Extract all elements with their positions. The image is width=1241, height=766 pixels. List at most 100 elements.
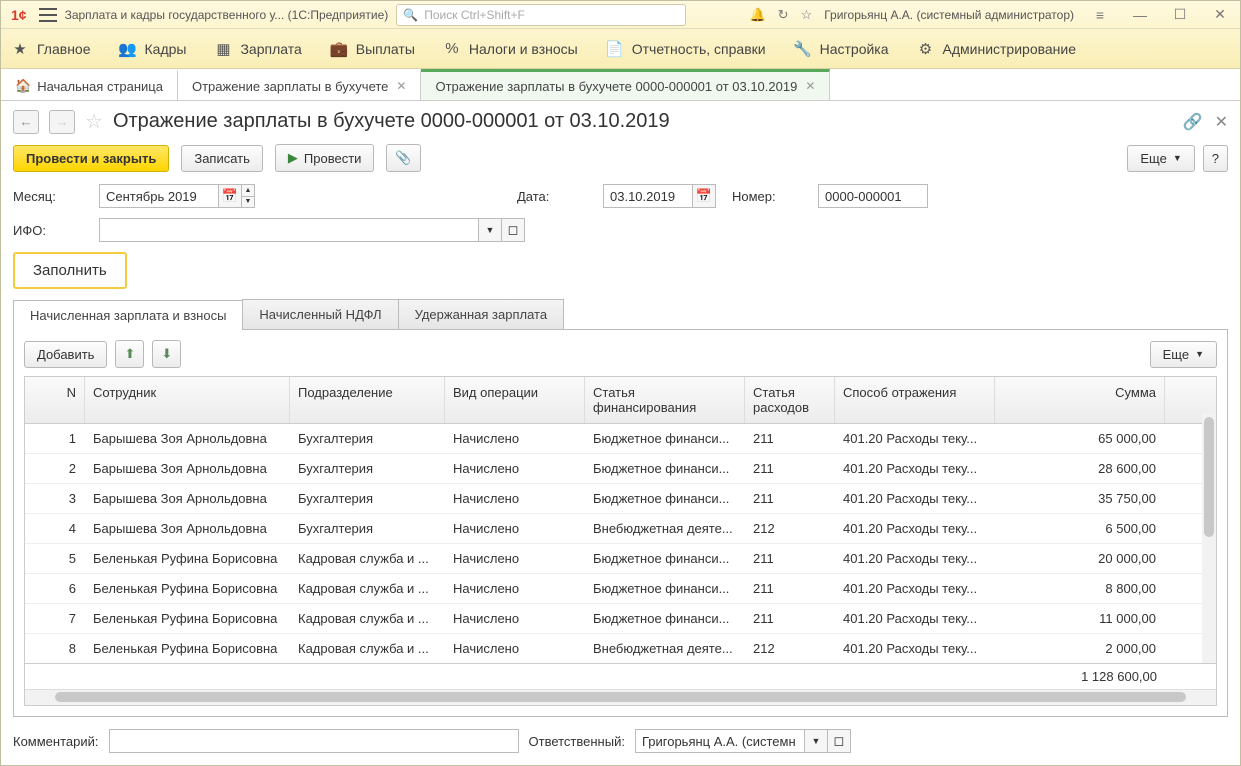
maximize-button[interactable]: ☐ — [1166, 6, 1194, 23]
app-title: Зарплата и кадры государственного у... (… — [65, 8, 389, 22]
nav-nastroyka-label: Настройка — [820, 41, 889, 57]
more-button[interactable]: Еще▼ — [1127, 145, 1194, 172]
grid-total: 1 128 600,00 — [995, 669, 1165, 684]
nav-nastroyka[interactable]: 🔧 Настройка — [794, 40, 889, 58]
nav-admin[interactable]: ⚙Администрирование — [917, 40, 1077, 58]
forward-button[interactable]: → — [49, 110, 75, 134]
responsible-input[interactable]: Григорьянц А.А. (системн — [635, 729, 805, 753]
chevron-down-icon: ▼ — [1195, 349, 1204, 359]
close-icon[interactable]: ✕ — [396, 79, 406, 93]
close-window-button[interactable]: ✕ — [1206, 6, 1234, 23]
subtab-withheld[interactable]: Удержанная зарплата — [398, 299, 564, 329]
month-input[interactable]: Сентябрь 2019 — [99, 184, 219, 208]
nav-zarplata-label: Зарплата — [240, 41, 301, 57]
doc-title: Отражение зарплаты в бухучете 0000-00000… — [113, 110, 670, 133]
history-icon[interactable]: ↻ — [778, 7, 789, 23]
col-department[interactable]: Подразделение — [290, 377, 445, 423]
nav-kadry[interactable]: 👥Кадры — [119, 40, 187, 58]
table-row[interactable]: 2Барышева Зоя АрнольдовнаБухгалтерияНачи… — [25, 454, 1216, 484]
tab-reflection-list[interactable]: Отражение зарплаты в бухучете✕ — [178, 69, 421, 100]
pane-more-button[interactable]: Еще▼ — [1150, 341, 1217, 368]
nav-otchet[interactable]: 📄Отчетность, справки — [606, 40, 766, 58]
settings-icon[interactable]: ≡ — [1086, 7, 1114, 23]
table-row[interactable]: 1Барышева Зоя АрнольдовнаБухгалтерияНачи… — [25, 424, 1216, 454]
add-button[interactable]: Добавить — [24, 341, 107, 368]
wallet-icon: 💼 — [330, 40, 348, 58]
month-spinner[interactable]: ▲▼ — [241, 184, 255, 208]
move-down-button[interactable]: ⬇ — [152, 340, 181, 368]
tab-home[interactable]: 🏠Начальная страница — [1, 69, 178, 100]
current-user[interactable]: Григорьянц А.А. (системный администратор… — [824, 8, 1074, 22]
grid-body[interactable]: 1Барышева Зоя АрнольдовнаБухгалтерияНачи… — [25, 424, 1216, 663]
nav-zarplata[interactable]: ▦ Зарплата — [214, 40, 301, 58]
star-icon[interactable]: ☆ — [801, 7, 813, 23]
date-label: Дата: — [517, 189, 587, 204]
col-employee[interactable]: Сотрудник — [85, 377, 290, 423]
bell-icon[interactable]: 🔔 — [749, 7, 765, 23]
favorite-icon[interactable]: ☆ — [85, 109, 103, 134]
table-row[interactable]: 5Беленькая Руфина БорисовнаКадровая служ… — [25, 544, 1216, 574]
month-label: Месяц: — [13, 189, 83, 204]
post-button[interactable]: ▶Провести — [275, 144, 375, 172]
table-row[interactable]: 4Барышева Зоя АрнольдовнаБухгалтерияНачи… — [25, 514, 1216, 544]
minimize-button[interactable]: — — [1126, 7, 1154, 23]
responsible-label: Ответственный: — [529, 734, 625, 749]
back-button[interactable]: ← — [13, 110, 39, 134]
col-n[interactable]: N — [25, 377, 85, 423]
nav-otchet-label: Отчетность, справки — [632, 41, 766, 57]
nav-main[interactable]: ★Главное — [11, 40, 91, 58]
close-icon[interactable]: ✕ — [805, 79, 815, 93]
table-row[interactable]: 8Беленькая Руфина БорисовнаКадровая служ… — [25, 634, 1216, 663]
tabs-bar: 🏠Начальная страница Отражение зарплаты в… — [1, 69, 1240, 101]
col-operation[interactable]: Вид операции — [445, 377, 585, 423]
percent-icon: % — [443, 40, 461, 58]
number-value: 0000-000001 — [825, 189, 902, 204]
subtab-ndfl[interactable]: Начисленный НДФЛ — [242, 299, 398, 329]
responsible-value: Григорьянц А.А. (системн — [642, 734, 796, 749]
save-button[interactable]: Записать — [181, 145, 263, 172]
vertical-scrollbar[interactable] — [1202, 413, 1216, 663]
nav-nalogi[interactable]: % Налоги и взносы — [443, 40, 578, 58]
number-input[interactable]: 0000-000001 — [818, 184, 928, 208]
global-search[interactable]: 🔍 Поиск Ctrl+Shift+F — [396, 4, 686, 26]
star-icon: ★ — [11, 40, 29, 58]
col-sum[interactable]: Сумма — [995, 377, 1165, 423]
post-and-close-button[interactable]: Провести и закрыть — [13, 145, 169, 172]
attach-button[interactable]: 📎 — [386, 144, 420, 172]
col-expense[interactable]: Статья расходов — [745, 377, 835, 423]
date-value: 03.10.2019 — [610, 189, 675, 204]
ifo-input[interactable] — [99, 218, 479, 242]
comment-input[interactable] — [109, 729, 519, 753]
gear-icon: ⚙ — [917, 40, 935, 58]
save-label: Записать — [194, 151, 250, 166]
table-row[interactable]: 6Беленькая Руфина БорисовнаКадровая служ… — [25, 574, 1216, 604]
chevron-down-icon: ▼ — [1173, 153, 1182, 163]
open-icon[interactable]: ◻ — [827, 729, 851, 753]
horizontal-scrollbar[interactable] — [25, 689, 1216, 705]
col-financing[interactable]: Статья финансирования — [585, 377, 745, 423]
move-up-button[interactable]: ⬆ — [115, 340, 144, 368]
tab-reflection-doc[interactable]: Отражение зарплаты в бухучете 0000-00000… — [421, 69, 830, 100]
table-row[interactable]: 7Беленькая Руфина БорисовнаКадровая служ… — [25, 604, 1216, 634]
col-reflection[interactable]: Способ отражения — [835, 377, 995, 423]
nav-nalogi-label: Налоги и взносы — [469, 41, 578, 57]
help-button[interactable]: ? — [1203, 145, 1228, 172]
calendar-icon[interactable]: 📅 — [692, 184, 716, 208]
close-doc-button[interactable]: ✕ — [1215, 112, 1228, 132]
link-icon[interactable]: 🔗 — [1183, 112, 1203, 132]
calendar-icon[interactable]: 📅 — [218, 184, 242, 208]
open-icon[interactable]: ◻ — [501, 218, 525, 242]
wrench-icon: 🔧 — [794, 40, 812, 58]
post-close-label: Провести и закрыть — [26, 151, 156, 166]
subtab-accrued[interactable]: Начисленная зарплата и взносы — [13, 300, 243, 330]
dropdown-icon[interactable]: ▼ — [478, 218, 502, 242]
menu-icon[interactable] — [39, 8, 57, 22]
dropdown-icon[interactable]: ▼ — [804, 729, 828, 753]
post-label: Провести — [304, 151, 362, 166]
date-input[interactable]: 03.10.2019 — [603, 184, 693, 208]
table-row[interactable]: 3Барышева Зоя АрнольдовнаБухгалтерияНачи… — [25, 484, 1216, 514]
content: ← → ☆ Отражение зарплаты в бухучете 0000… — [1, 101, 1240, 765]
calc-icon: ▦ — [214, 40, 232, 58]
nav-vyplaty[interactable]: 💼Выплаты — [330, 40, 415, 58]
fill-button[interactable]: Заполнить — [13, 252, 127, 289]
